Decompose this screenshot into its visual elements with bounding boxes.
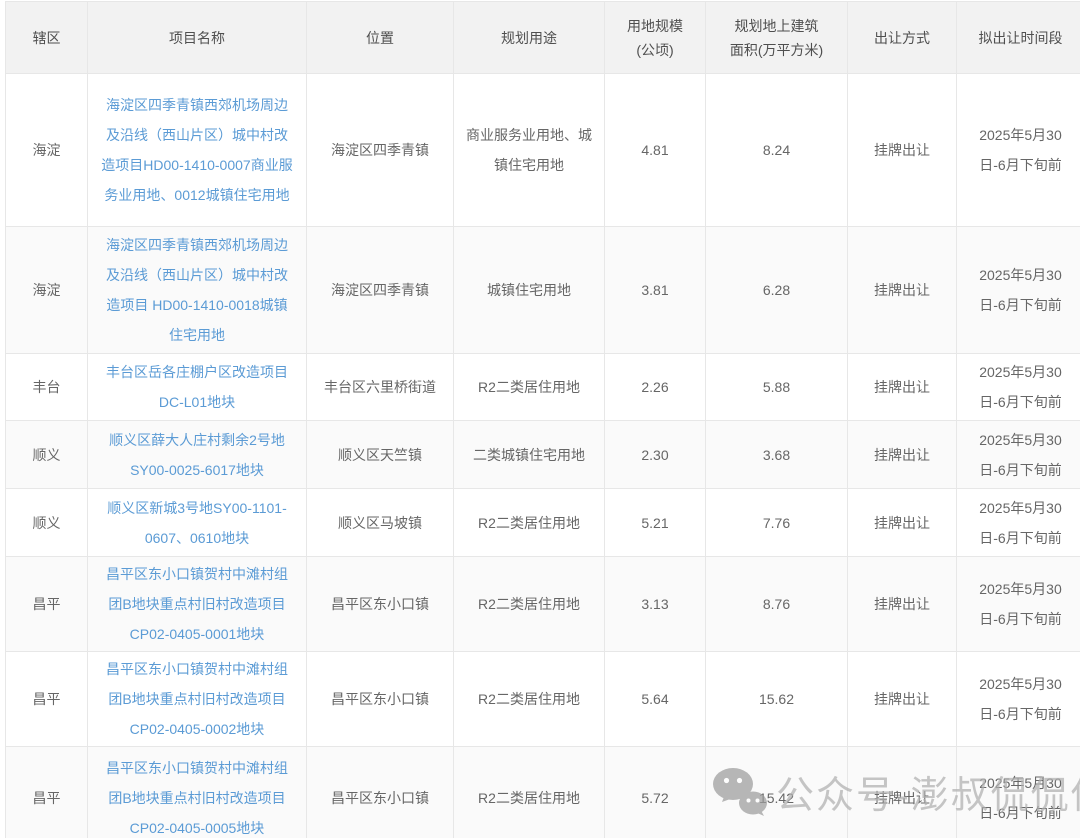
cell-location: 海淀区四季青镇 [307, 74, 454, 227]
header-cell-use: 规划用途 [454, 2, 605, 74]
cell-project[interactable]: 海淀区四季青镇西郊机场周边及沿线（西山片区）城中村改造项目 HD00-1410-… [88, 227, 307, 354]
land-supply-table-container: 辖区项目名称位置规划用途用地规模 (公顷)规划地上建筑 面积(万平方米)出让方式… [5, 1, 1080, 838]
cell-method: 挂牌出让 [848, 747, 957, 838]
land-supply-table: 辖区项目名称位置规划用途用地规模 (公顷)规划地上建筑 面积(万平方米)出让方式… [5, 1, 1080, 838]
cell-period: 2025年5月30日-6月下旬前 [957, 227, 1080, 354]
cell-period: 2025年5月30日-6月下旬前 [957, 74, 1080, 227]
cell-district: 昌平 [6, 747, 88, 838]
table-body: 海淀海淀区四季青镇西郊机场周边及沿线（西山片区）城中村改造项目HD00-1410… [6, 74, 1080, 838]
table-row: 丰台丰台区岳各庄棚户区改造项目DC-L01地块丰台区六里桥街道R2二类居住用地2… [6, 354, 1080, 421]
table-row: 昌平昌平区东小口镇贺村中滩村组团B地块重点村旧村改造项目CP02-0405-00… [6, 557, 1080, 652]
cell-period: 2025年5月30日-6月下旬前 [957, 489, 1080, 557]
table-header: 辖区项目名称位置规划用途用地规模 (公顷)规划地上建筑 面积(万平方米)出让方式… [6, 2, 1080, 74]
table-row: 顺义顺义区薛大人庄村剩余2号地SY00-0025-6017地块顺义区天竺镇二类城… [6, 421, 1080, 489]
header-cell-location: 位置 [307, 2, 454, 74]
cell-project[interactable]: 昌平区东小口镇贺村中滩村组团B地块重点村旧村改造项目CP02-0405-0001… [88, 557, 307, 652]
cell-use: R2二类居住用地 [454, 747, 605, 838]
cell-period: 2025年5月30日-6月下旬前 [957, 354, 1080, 421]
cell-district: 海淀 [6, 74, 88, 227]
cell-method: 挂牌出让 [848, 489, 957, 557]
cell-use: R2二类居住用地 [454, 489, 605, 557]
table-row: 海淀海淀区四季青镇西郊机场周边及沿线（西山片区）城中村改造项目 HD00-141… [6, 227, 1080, 354]
header-cell-period: 拟出让时间段 [957, 2, 1080, 74]
cell-period: 2025年5月30日-6月下旬前 [957, 652, 1080, 747]
cell-area: 3.13 [605, 557, 706, 652]
cell-location: 昌平区东小口镇 [307, 557, 454, 652]
header-cell-area: 用地规模 (公顷) [605, 2, 706, 74]
cell-project[interactable]: 海淀区四季青镇西郊机场周边及沿线（西山片区）城中村改造项目HD00-1410-0… [88, 74, 307, 227]
cell-area: 2.26 [605, 354, 706, 421]
cell-area: 5.72 [605, 747, 706, 838]
cell-area: 3.81 [605, 227, 706, 354]
cell-use: R2二类居住用地 [454, 652, 605, 747]
cell-district: 昌平 [6, 557, 88, 652]
cell-method: 挂牌出让 [848, 652, 957, 747]
cell-district: 顺义 [6, 489, 88, 557]
cell-gfa: 15.42 [706, 747, 848, 838]
cell-use: R2二类居住用地 [454, 557, 605, 652]
cell-project[interactable]: 昌平区东小口镇贺村中滩村组团B地块重点村旧村改造项目CP02-0405-0005… [88, 747, 307, 838]
cell-area: 5.64 [605, 652, 706, 747]
cell-district: 顺义 [6, 421, 88, 489]
header-cell-project: 项目名称 [88, 2, 307, 74]
cell-project[interactable]: 顺义区薛大人庄村剩余2号地SY00-0025-6017地块 [88, 421, 307, 489]
cell-period: 2025年5月30日-6月下旬前 [957, 747, 1080, 838]
header-cell-district: 辖区 [6, 2, 88, 74]
cell-method: 挂牌出让 [848, 74, 957, 227]
table-row: 海淀海淀区四季青镇西郊机场周边及沿线（西山片区）城中村改造项目HD00-1410… [6, 74, 1080, 227]
cell-period: 2025年5月30日-6月下旬前 [957, 557, 1080, 652]
cell-area: 5.21 [605, 489, 706, 557]
table-row: 昌平昌平区东小口镇贺村中滩村组团B地块重点村旧村改造项目CP02-0405-00… [6, 652, 1080, 747]
cell-gfa: 15.62 [706, 652, 848, 747]
cell-location: 顺义区马坡镇 [307, 489, 454, 557]
cell-project[interactable]: 顺义区新城3号地SY00-1101-0607、0610地块 [88, 489, 307, 557]
cell-use: 城镇住宅用地 [454, 227, 605, 354]
cell-gfa: 5.88 [706, 354, 848, 421]
table-row: 顺义顺义区新城3号地SY00-1101-0607、0610地块顺义区马坡镇R2二… [6, 489, 1080, 557]
cell-period: 2025年5月30日-6月下旬前 [957, 421, 1080, 489]
cell-method: 挂牌出让 [848, 421, 957, 489]
cell-area: 2.30 [605, 421, 706, 489]
cell-location: 海淀区四季青镇 [307, 227, 454, 354]
cell-project[interactable]: 昌平区东小口镇贺村中滩村组团B地块重点村旧村改造项目CP02-0405-0002… [88, 652, 307, 747]
cell-use: R2二类居住用地 [454, 354, 605, 421]
cell-location: 顺义区天竺镇 [307, 421, 454, 489]
header-cell-gfa: 规划地上建筑 面积(万平方米) [706, 2, 848, 74]
cell-use: 商业服务业用地、城镇住宅用地 [454, 74, 605, 227]
cell-district: 丰台 [6, 354, 88, 421]
cell-district: 昌平 [6, 652, 88, 747]
table-row: 昌平昌平区东小口镇贺村中滩村组团B地块重点村旧村改造项目CP02-0405-00… [6, 747, 1080, 838]
cell-method: 挂牌出让 [848, 354, 957, 421]
cell-gfa: 6.28 [706, 227, 848, 354]
cell-location: 昌平区东小口镇 [307, 747, 454, 838]
cell-gfa: 8.76 [706, 557, 848, 652]
cell-gfa: 7.76 [706, 489, 848, 557]
cell-location: 昌平区东小口镇 [307, 652, 454, 747]
cell-area: 4.81 [605, 74, 706, 227]
cell-gfa: 3.68 [706, 421, 848, 489]
cell-location: 丰台区六里桥街道 [307, 354, 454, 421]
cell-method: 挂牌出让 [848, 557, 957, 652]
header-row: 辖区项目名称位置规划用途用地规模 (公顷)规划地上建筑 面积(万平方米)出让方式… [6, 2, 1080, 74]
header-cell-method: 出让方式 [848, 2, 957, 74]
cell-district: 海淀 [6, 227, 88, 354]
cell-method: 挂牌出让 [848, 227, 957, 354]
cell-project[interactable]: 丰台区岳各庄棚户区改造项目DC-L01地块 [88, 354, 307, 421]
cell-use: 二类城镇住宅用地 [454, 421, 605, 489]
cell-gfa: 8.24 [706, 74, 848, 227]
